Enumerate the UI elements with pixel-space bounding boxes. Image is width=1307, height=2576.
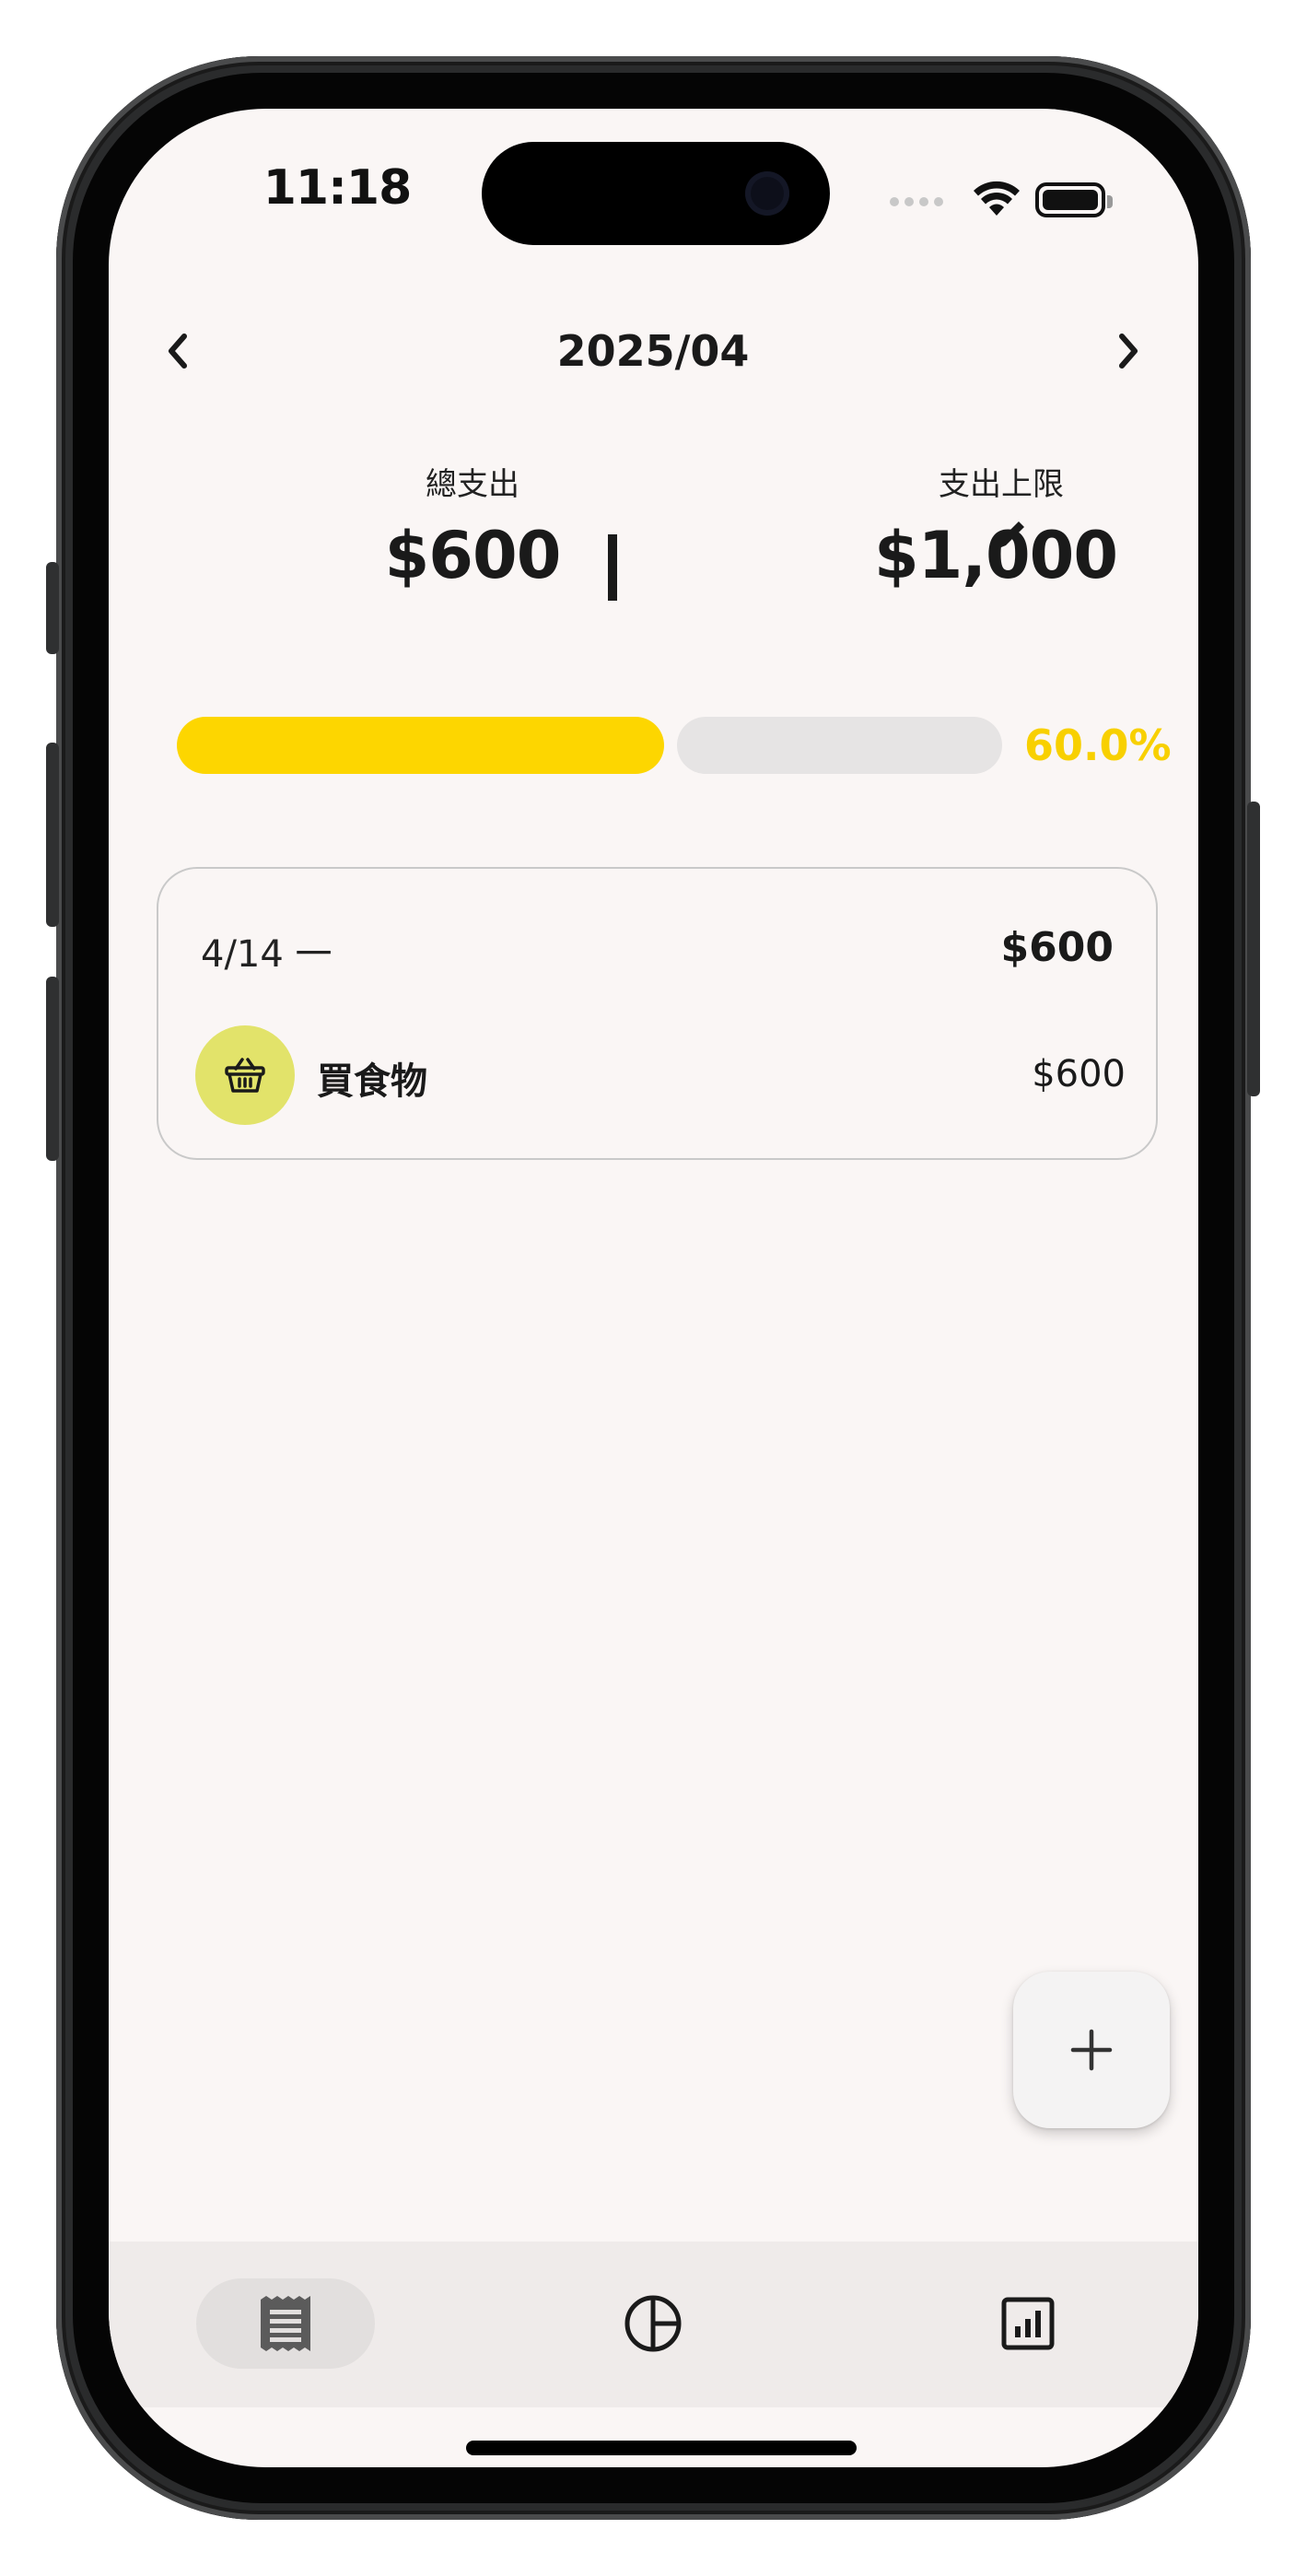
camera-lens [745, 171, 789, 216]
pie-chart-icon [624, 2295, 682, 2352]
budget-progress-bar [177, 717, 1002, 774]
pencil-icon[interactable] [991, 518, 1028, 555]
month-title[interactable]: 2025/04 [423, 326, 883, 376]
dynamic-island [482, 142, 830, 245]
day-card[interactable]: 4/14 一 $600 買食物 $600 [157, 867, 1158, 1160]
basket-icon [225, 1058, 265, 1093]
tab-records[interactable] [196, 2278, 375, 2369]
chevron-right-icon [1119, 334, 1138, 369]
home-indicator[interactable] [466, 2441, 857, 2455]
receipt-icon [261, 2296, 310, 2351]
progress-remaining [677, 717, 1002, 774]
category-badge [195, 1025, 295, 1125]
wifi-icon [974, 181, 1020, 216]
expense-limit-label: 支出上限 [939, 466, 1064, 503]
total-expense-value: $600 [384, 518, 562, 593]
app-screen: 11:18 2025/04 總支出 $600 支出上限 $1,000 60.0%… [109, 109, 1198, 2467]
item-name: 買食物 [317, 1060, 427, 1103]
tab-pie-chart[interactable] [564, 2278, 742, 2369]
bar-chart-icon [1001, 2297, 1055, 2350]
bottom-tab-bar [109, 2242, 1198, 2407]
summary-divider [608, 534, 617, 601]
total-expense-label: 總支出 [426, 466, 519, 503]
progress-fill [177, 717, 664, 774]
status-icons [890, 179, 1129, 225]
tab-bar-chart[interactable] [939, 2278, 1117, 2369]
item-amount: $600 [1032, 1053, 1126, 1095]
progress-percent: 60.0% [1024, 720, 1172, 770]
prev-month-button[interactable] [146, 319, 210, 383]
day-date: 4/14 一 [201, 933, 333, 976]
power-button [1247, 802, 1260, 1096]
add-expense-button[interactable] [1013, 1972, 1170, 2128]
plus-icon [1070, 2029, 1113, 2071]
volume-down-button [46, 977, 59, 1161]
next-month-button[interactable] [1096, 319, 1161, 383]
volume-up-button [46, 743, 59, 927]
chevron-left-icon [169, 334, 187, 369]
day-total: $600 [1000, 924, 1114, 971]
cellular-dots-icon [890, 197, 943, 206]
status-time: 11:18 [263, 160, 413, 216]
action-button [46, 562, 59, 654]
battery-icon [1035, 182, 1113, 217]
expense-item[interactable]: 買食物 $600 [195, 1025, 1126, 1127]
